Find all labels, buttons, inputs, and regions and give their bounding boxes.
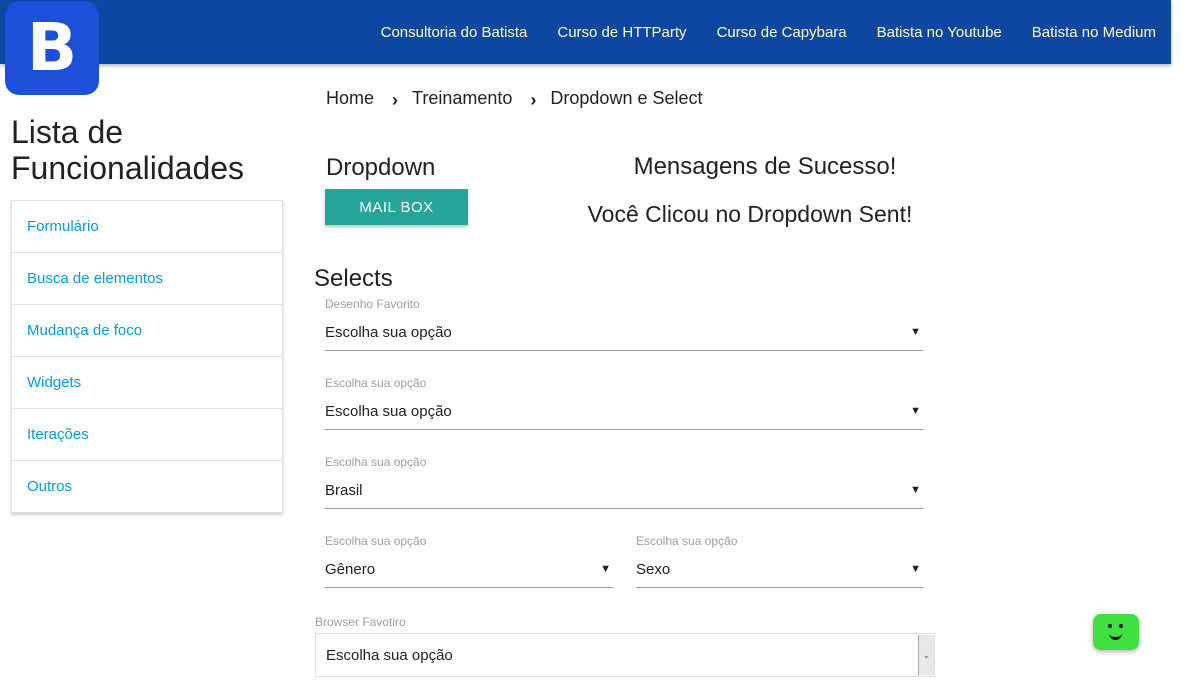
dropdown-arrow-icon: ▼ xyxy=(910,405,921,417)
breadcrumb: Home › Treinamento › Dropdown e Select xyxy=(326,88,703,110)
selects-heading: Selects xyxy=(314,265,393,292)
select-desenho-favorito: Desenho Favorito Escolha sua opção ▼ xyxy=(325,297,923,354)
select-escolha-1: Escolha sua opção Escolha sua opção ▼ xyxy=(325,376,923,433)
sidebar-title-line2: Funcionalidades xyxy=(11,150,245,186)
sidebar-title: Lista de Funcionalidades xyxy=(11,114,244,186)
dropdown-arrow-icon: ▼ xyxy=(910,326,921,338)
select-value: Brasil xyxy=(325,481,363,499)
select-value: Escolha sua opção xyxy=(325,402,452,420)
select-label: Desenho Favorito xyxy=(325,297,420,311)
select-value: Sexo xyxy=(636,560,671,578)
sidebar-title-line1: Lista de xyxy=(11,114,124,150)
dropdown-arrow-icon: ▼ xyxy=(600,563,611,575)
sidebar-item-outros[interactable]: Outros xyxy=(12,461,282,512)
dropdown-arrow-icon: ▼ xyxy=(910,563,921,575)
success-message: Você Clicou no Dropdown Sent! xyxy=(587,201,913,227)
sidebar-item-iteracoes[interactable]: Iterações xyxy=(12,409,282,461)
chat-smile-icon xyxy=(1109,631,1122,640)
chat-eye-icon xyxy=(1119,624,1123,628)
nav-link-medium[interactable]: Batista no Medium xyxy=(1032,24,1156,41)
select-genero: Escolha sua opção Gênero ▼ xyxy=(325,534,613,591)
browser-favorito-label-wrap: Browser Favotiro xyxy=(315,615,615,631)
select-value: Gênero xyxy=(325,560,376,578)
sidebar-item-mudanca-de-foco[interactable]: Mudança de foco xyxy=(12,305,282,357)
select-label: Escolha sua opção xyxy=(325,534,427,548)
select-input[interactable]: Escolha sua opção ▼ xyxy=(325,393,923,430)
select-label: Escolha sua opção xyxy=(325,455,427,469)
browser-select-value: Escolha sua opção xyxy=(326,646,453,664)
sidebar-item-busca-de-elementos[interactable]: Busca de elementos xyxy=(12,253,282,305)
select-sexo: Escolha sua opção Sexo ▼ xyxy=(636,534,923,591)
breadcrumb-home[interactable]: Home xyxy=(326,88,374,109)
dropdown-arrow-icon: ▼ xyxy=(910,484,921,496)
chevron-right-icon: › xyxy=(392,90,399,110)
sidebar-menu: Formulário Busca de elementos Mudança de… xyxy=(11,200,283,513)
select-label: Escolha sua opção xyxy=(636,534,738,548)
success-messages-heading: Mensagens de Sucesso! xyxy=(633,153,897,180)
nav-link-youtube[interactable]: Batista no Youtube xyxy=(877,24,1002,41)
browser-select-label: Browser Favotiro xyxy=(315,615,406,629)
brand-logo[interactable]: B xyxy=(5,1,99,95)
select-input[interactable]: Gênero ▼ xyxy=(325,551,613,588)
sidebar-item-formulario[interactable]: Formulário xyxy=(12,201,282,253)
mail-box-button[interactable]: MAIL BOX xyxy=(325,189,468,225)
breadcrumb-treinamento[interactable]: Treinamento xyxy=(412,88,512,109)
select-label: Escolha sua opção xyxy=(325,376,427,390)
nav-link-consultoria[interactable]: Consultoria do Batista xyxy=(381,24,528,41)
chevron-down-icon[interactable]: ⌄ xyxy=(918,635,934,675)
chat-widget-button[interactable] xyxy=(1093,614,1139,650)
nav-link-httparty[interactable]: Curso de HTTParty xyxy=(557,24,686,41)
nav-links: Consultoria do Batista Curso de HTTParty… xyxy=(351,0,1156,64)
select-input[interactable]: Brasil ▼ xyxy=(325,472,923,509)
select-input[interactable]: Escolha sua opção ▼ xyxy=(325,314,923,351)
nav-link-capybara[interactable]: Curso de Capybara xyxy=(717,24,847,41)
dropdown-heading: Dropdown xyxy=(326,154,436,181)
chevron-right-icon: › xyxy=(530,90,537,110)
breadcrumb-current: Dropdown e Select xyxy=(550,88,703,108)
select-value: Escolha sua opção xyxy=(325,323,452,341)
browser-favorito-select[interactable]: Escolha sua opção ⌄ xyxy=(315,633,935,677)
select-pais: Escolha sua opção Brasil ▼ xyxy=(325,455,923,512)
top-navbar: Consultoria do Batista Curso de HTTParty… xyxy=(0,0,1171,64)
sidebar-item-widgets[interactable]: Widgets xyxy=(12,357,282,409)
chat-eye-icon xyxy=(1108,624,1112,628)
select-input[interactable]: Sexo ▼ xyxy=(636,551,923,588)
